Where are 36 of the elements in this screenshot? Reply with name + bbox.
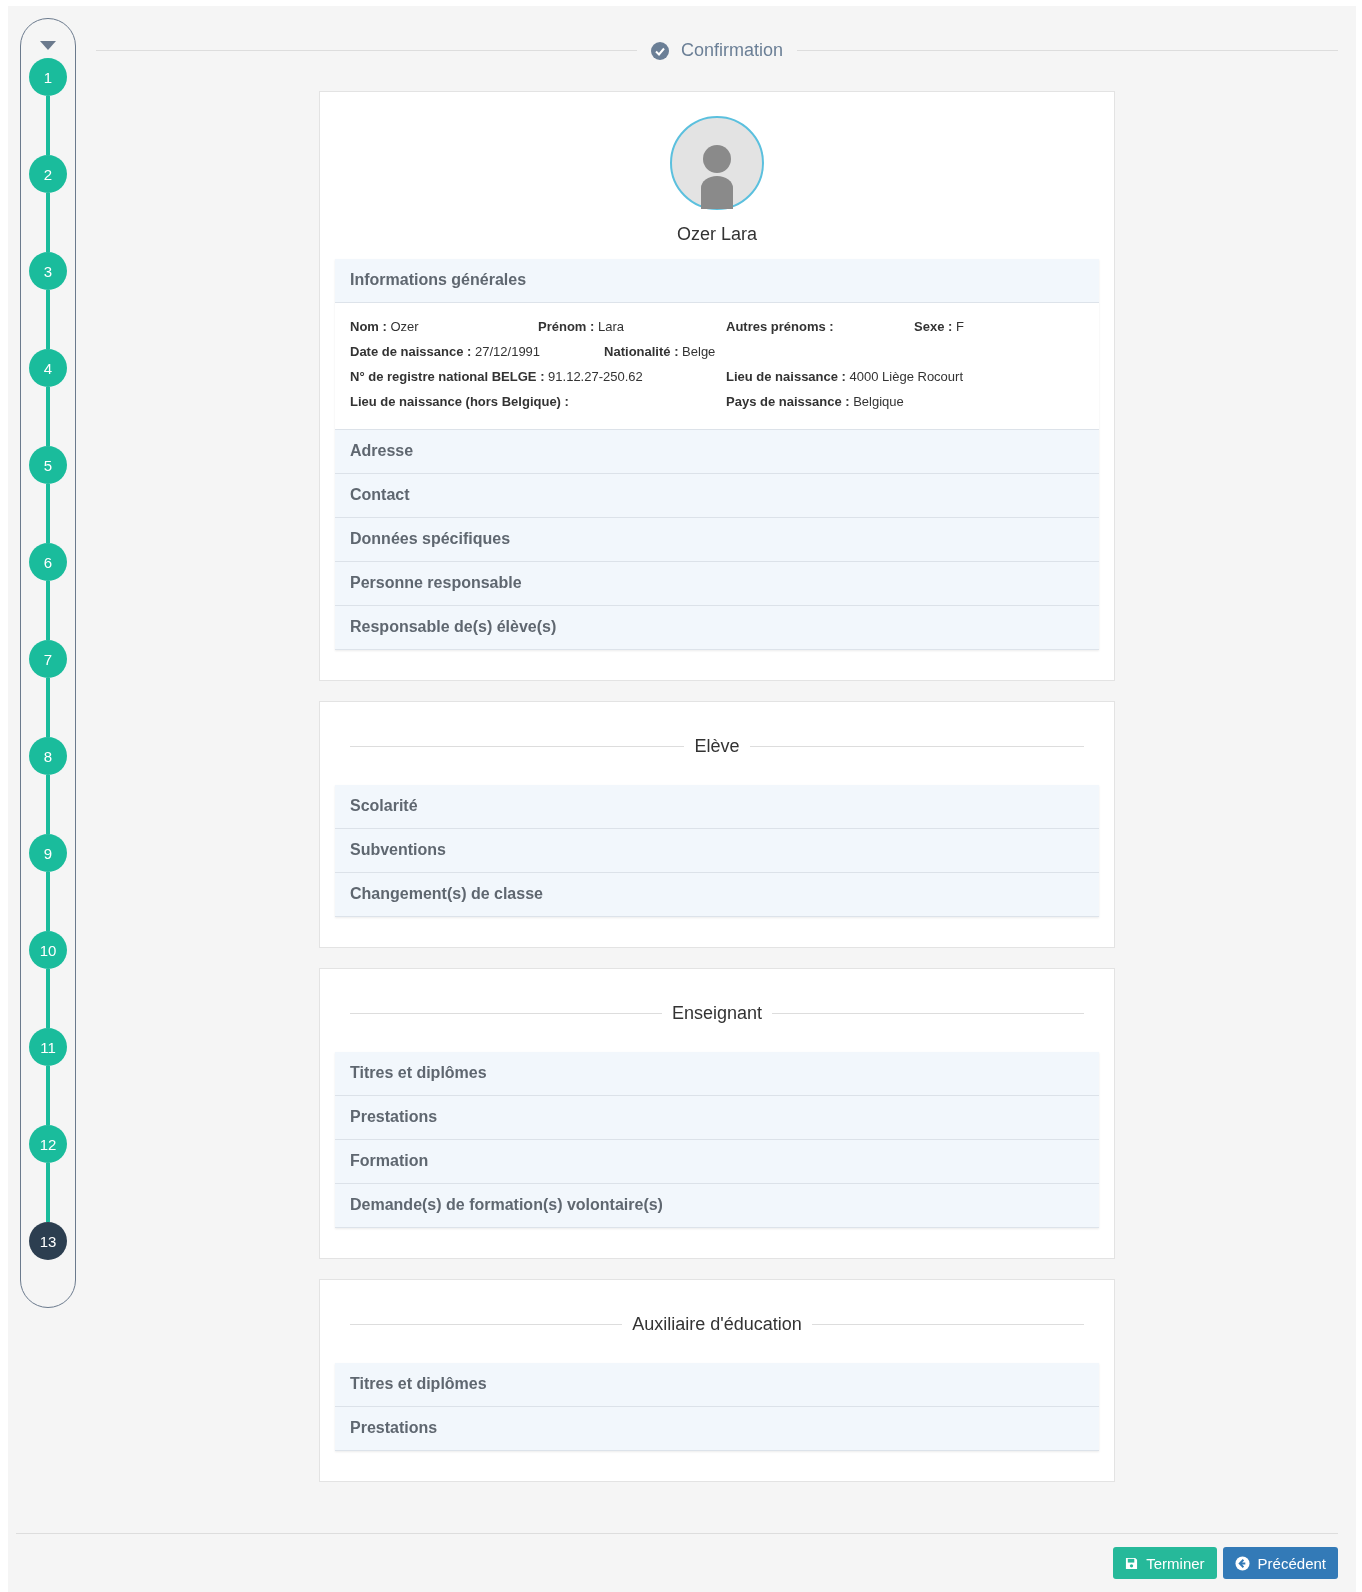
field-text: N° de registre national BELGE : 91.12.27-250.62	[350, 369, 643, 384]
step-circle[interactable]: 13	[29, 1222, 67, 1260]
check-circle-icon	[651, 41, 669, 60]
accordion-header[interactable]: Informations générales	[335, 259, 1099, 302]
avatar-icon	[670, 116, 764, 210]
accordion-header[interactable]: Responsable de(s) élève(s)	[335, 606, 1099, 649]
profile-name: Ozer Lara	[675, 224, 758, 245]
accordion-header[interactable]: Prestations	[335, 1407, 1099, 1450]
save-icon	[1125, 1556, 1139, 1570]
accordion-header[interactable]: Formation	[335, 1140, 1099, 1183]
accordion-header[interactable]: Adresse	[335, 430, 1099, 473]
accordion-header[interactable]: Changement(s) de classe	[335, 873, 1099, 916]
field-text: Prénom : Lara	[538, 319, 624, 334]
accordion-header[interactable]: Données spécifiques	[335, 518, 1099, 561]
caret-icon[interactable]	[40, 41, 56, 50]
page-title: Confirmation	[681, 40, 784, 61]
field-text: Pays de naissance : Belgique	[726, 394, 904, 409]
accordion-header[interactable]: Demande(s) de formation(s) volontaire(s)	[335, 1184, 1099, 1227]
previous-button[interactable]: Précédent	[1222, 1547, 1338, 1579]
field-text: Nom : Ozer	[350, 319, 419, 334]
accordion-header[interactable]: Personne responsable	[335, 562, 1099, 605]
accordion-header[interactable]: Scolarité	[335, 785, 1099, 828]
accordion-header[interactable]: Contact	[335, 474, 1099, 517]
field-text: Autres prénoms :	[726, 319, 834, 334]
field-text: Date de naissance : 27/12/1991	[350, 344, 541, 359]
accordion-header[interactable]: Titres et diplômes	[335, 1363, 1099, 1406]
accordion-header[interactable]: Prestations	[335, 1096, 1099, 1139]
accordion-header[interactable]: Subventions	[335, 829, 1099, 872]
field-text: Sexe : F	[914, 319, 964, 334]
card-title: Elève	[694, 736, 740, 757]
field-text: Nationalité : Belge	[604, 344, 716, 359]
field-text: Lieu de naissance : 4000 Liège Rocourt	[726, 369, 964, 384]
card-title: Enseignant	[671, 1003, 763, 1024]
accordion-header[interactable]: Titres et diplômes	[335, 1052, 1099, 1095]
card-title: Auxiliaire d'éducation	[632, 1314, 802, 1335]
field-text: Lieu de naissance (hors Belgique) :	[350, 394, 569, 409]
